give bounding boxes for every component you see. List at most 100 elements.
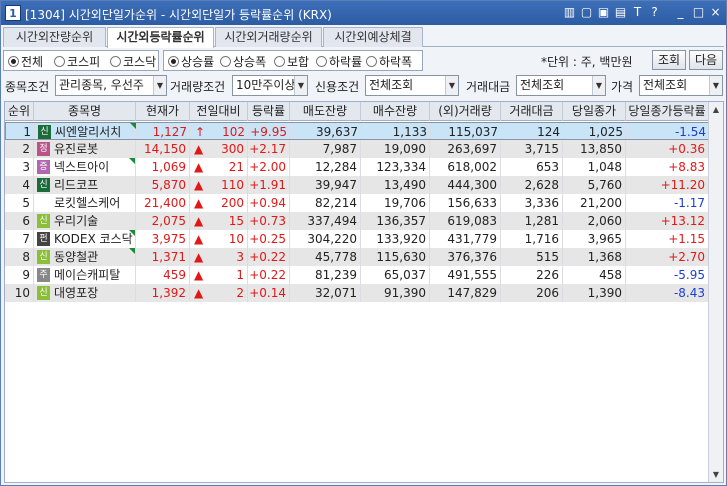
tab-2[interactable]: 시간외거래량순위 (215, 27, 322, 47)
market-radio-1[interactable]: 코스피 (54, 53, 100, 70)
column-header[interactable]: 현재가 (136, 102, 190, 121)
stock-name[interactable]: 넥스트아이 (54, 158, 109, 176)
close-cell: 21,200 (563, 194, 626, 212)
tab-bar: 시간외잔량순위 시간외등락률순위 시간외거래량순위 시간외예상체결 (3, 27, 724, 48)
table-row[interactable]: 1 신 씨엔알리서치 1,127 ↑ 102 +9.95 39,637 1,133 115,037… (5, 122, 709, 140)
up-arrow-icon: ▲ (194, 214, 204, 228)
close-cell: 1,025 (564, 123, 627, 139)
name-cell: 주 메이슨캐피탈 (34, 266, 136, 284)
market-radio-0[interactable]: 전체 (8, 53, 43, 70)
minimize-icon[interactable]: _ (673, 5, 688, 20)
ask-cell: 337,494 (290, 212, 361, 230)
change-radio-4[interactable]: 하락폭 (366, 53, 412, 70)
column-header[interactable]: 등락률 (248, 102, 290, 121)
copy-icon[interactable]: ▣ (596, 5, 611, 20)
amount-cell: 3,715 (501, 140, 563, 158)
diff-cell: ▲ 110 (190, 176, 248, 194)
tab-3[interactable]: 시간외예상체결 (323, 27, 423, 47)
column-header[interactable]: 당일종가등락률 (626, 102, 709, 121)
stock-condition-select[interactable]: 관리종목, 우선주 ▼ (55, 75, 167, 96)
close-icon[interactable]: × (708, 5, 723, 20)
market-filter-group: 전체 코스피 코스닥 (3, 50, 159, 71)
stock-name[interactable]: 동양철관 (54, 248, 98, 266)
column-header[interactable]: 거래대금 (501, 102, 563, 121)
amount-cell: 124 (502, 123, 564, 139)
volume-cell: 444,300 (430, 176, 501, 194)
close-rate-cell: -1.54 (627, 123, 708, 139)
stock-name[interactable]: 메이슨캐피탈 (54, 266, 120, 284)
table-row[interactable]: 9 주 메이슨캐피탈 459 ▲ 1 +0.22 81,239 65,037 491,555 226… (5, 266, 709, 284)
text-icon[interactable]: T (630, 5, 645, 20)
scroll-down-icon[interactable]: ▼ (709, 467, 723, 482)
maximize-icon[interactable]: □ (691, 5, 706, 20)
diff-value: 200 (221, 196, 244, 210)
amount-cell: 653 (501, 158, 563, 176)
table-row[interactable]: 7 펀 KODEX 코스닥 3,975 ▲ 10 +0.25 304,220 133,920 43… (5, 230, 709, 248)
screen-icon[interactable]: ▥ (562, 5, 577, 20)
market-radio-label: 전체 (21, 55, 44, 69)
stock-name[interactable]: 우리기술 (54, 212, 98, 230)
help-icon[interactable]: ? (647, 5, 662, 20)
up-arrow-icon: ▲ (194, 160, 204, 174)
restore-icon[interactable]: ▢ (579, 5, 594, 20)
table-row[interactable]: 4 신 리드코프 5,870 ▲ 110 +1.91 39,947 13,490 444,300 2… (5, 176, 709, 194)
tab-0[interactable]: 시간외잔량순위 (3, 27, 106, 47)
column-header[interactable]: 매수잔량 (361, 102, 430, 121)
vertical-scrollbar[interactable]: ▲ ▼ (708, 102, 723, 482)
stock-name[interactable]: 유진로봇 (54, 140, 98, 158)
query-button[interactable]: 조회 (652, 50, 686, 70)
credit-condition-select[interactable]: 전체조회 ▼ (365, 75, 459, 96)
name-cell: 신 리드코프 (34, 176, 136, 194)
corner-flag-icon (129, 248, 135, 254)
change-radio-3[interactable]: 하락률 (316, 53, 362, 70)
table-row[interactable]: 10 신 대영포장 1,392 ▲ 2 +0.14 32,071 91,390 147,829 20… (5, 284, 709, 302)
price-cell: 1,392 (136, 284, 190, 302)
bid-cell: 13,490 (361, 176, 430, 194)
table-row[interactable]: 2 정 유진로봇 14,150 ▲ 300 +2.17 7,987 19,090 263,697 3… (5, 140, 709, 158)
pin-icon[interactable]: ▤ (613, 5, 628, 20)
column-header[interactable]: 매도잔량 (290, 102, 361, 121)
rank-cell: 2 (5, 140, 34, 158)
stock-name[interactable]: KODEX 코스닥 (54, 230, 133, 248)
table-row[interactable]: 5 로킷헬스케어 21,400 ▲ 200 +0.94 82,214 19,706 156,63… (5, 194, 709, 212)
stock-name[interactable]: 대영포장 (54, 284, 98, 302)
ask-cell: 39,947 (290, 176, 361, 194)
close-cell: 1,390 (563, 284, 626, 302)
amount-condition-label: 거래대금 (466, 80, 511, 94)
change-radio-0[interactable]: 상승률 (168, 53, 214, 70)
tab-1[interactable]: 시간외등락률순위 (107, 27, 214, 48)
scroll-up-icon[interactable]: ▲ (709, 102, 723, 117)
up-arrow-icon: ▲ (194, 286, 204, 300)
rank-cell: 6 (5, 212, 34, 230)
table-row[interactable]: 3 증 넥스트아이 1,069 ▲ 21 +2.00 12,284 123,334 618,002… (5, 158, 709, 176)
market-radio-2[interactable]: 코스닥 (110, 53, 156, 70)
volume-condition-select[interactable]: 10만주이상 ▼ (232, 75, 308, 96)
table-row[interactable]: 6 신 우리기술 2,075 ▲ 15 +0.73 337,494 136,357 619,083… (5, 212, 709, 230)
diff-cell: ↑ 102 (191, 123, 249, 139)
stock-name[interactable]: 씨엔알리서치 (55, 123, 121, 139)
price-cell: 459 (136, 266, 190, 284)
column-header[interactable]: 종목명 (34, 102, 136, 121)
stock-name[interactable]: 리드코프 (54, 176, 98, 194)
price-condition-select[interactable]: 전체조회 ▼ (639, 75, 723, 96)
rate-cell: +0.94 (248, 194, 290, 212)
column-header[interactable]: (외)거래량 (430, 102, 501, 121)
change-radio-1[interactable]: 상승폭 (220, 53, 266, 70)
filter-bar: 전체 코스피 코스닥 상승률 상승폭 보합 하락률 하락폭 *단위 : 주, 백만원 조회 … (3, 50, 724, 72)
bid-cell: 65,037 (361, 266, 430, 284)
up-arrow-icon: ▲ (194, 250, 204, 264)
amount-condition-select[interactable]: 전체조회 ▼ (516, 75, 606, 96)
amount-cell: 1,281 (501, 212, 563, 230)
diff-cell: ▲ 10 (190, 230, 248, 248)
ask-cell: 304,220 (290, 230, 361, 248)
bid-cell: 136,357 (361, 212, 430, 230)
rank-cell: 10 (5, 284, 34, 302)
table-row[interactable]: 8 신 동양철관 1,371 ▲ 3 +0.22 45,778 115,630 376,376 51… (5, 248, 709, 266)
column-header[interactable]: 전일대비 (190, 102, 248, 121)
stock-name[interactable]: 로킷헬스케어 (54, 194, 120, 212)
next-button[interactable]: 다음 (689, 50, 723, 70)
stock-badge: 신 (37, 214, 50, 228)
column-header[interactable]: 순위 (5, 102, 34, 121)
column-header[interactable]: 당일종가 (563, 102, 626, 121)
change-radio-2[interactable]: 보합 (274, 53, 309, 70)
